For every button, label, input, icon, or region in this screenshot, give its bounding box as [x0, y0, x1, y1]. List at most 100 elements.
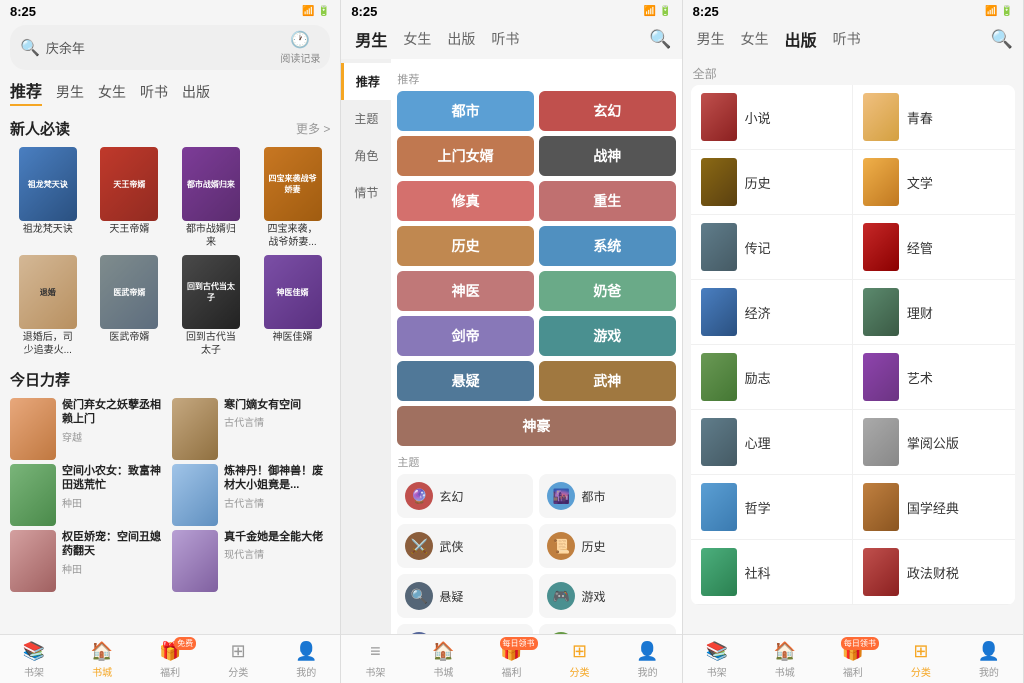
nav-bookshelf[interactable]: 📚 书架	[0, 635, 68, 683]
nav-tab-female3[interactable]: 女生	[737, 27, 773, 51]
nav-bookshelf2[interactable]: ≡ 书架	[341, 635, 409, 683]
p3-item-public-domain[interactable]: 掌阅公版	[853, 410, 1015, 475]
nav-mine[interactable]: 👤 我的	[272, 635, 340, 683]
p3-item-classics[interactable]: 国学经典	[853, 475, 1015, 540]
p3-item-youth[interactable]: 青春	[853, 85, 1015, 150]
p3-item-economics[interactable]: 经济	[691, 280, 853, 345]
theme-game[interactable]: 🎮 游戏	[539, 574, 675, 618]
nav-mine3[interactable]: 👤 我的	[955, 635, 1023, 683]
time-3: 8:25	[693, 4, 719, 19]
chip-shenhao[interactable]: 神豪	[397, 406, 675, 446]
sidebar-role[interactable]: 角色	[341, 137, 391, 174]
today-item[interactable]: 炼神丹！御神兽！废材大小姐竟是... 古代言情	[172, 464, 330, 526]
chip-xuanyi[interactable]: 悬疑	[397, 361, 534, 401]
today-item[interactable]: 寒门嫡女有空间 古代言情	[172, 398, 330, 460]
nav-category[interactable]: ⊞ 分类	[204, 635, 272, 683]
theme-history[interactable]: 📜 历史	[539, 524, 675, 568]
nav-tab-audio[interactable]: 听书	[487, 27, 523, 51]
today-item[interactable]: 权臣娇宠：空间丑媳药翻天 种田	[10, 530, 168, 592]
p3-item-novel[interactable]: 小说	[691, 85, 853, 150]
p3-item-social[interactable]: 社科	[691, 540, 853, 605]
nav-tab-audio3[interactable]: 听书	[829, 27, 865, 51]
chip-zhanshen[interactable]: 战神	[539, 136, 676, 176]
chip-chongsheng[interactable]: 重生	[539, 181, 676, 221]
nav-label: 分类	[911, 664, 931, 679]
p3-item-law[interactable]: 政法财税	[853, 540, 1015, 605]
nav-bookshelf3[interactable]: 📚 书架	[683, 635, 751, 683]
nav-mine2[interactable]: 👤 我的	[614, 635, 682, 683]
status-icons-3: 📶 🔋	[985, 6, 1013, 17]
theme-mystery[interactable]: 🔍 悬疑	[397, 574, 533, 618]
book-item[interactable]: 四宝来袭战爷娇妻 四宝来袭，战爷娇妻...	[255, 147, 331, 249]
chip-dushi[interactable]: 都市	[397, 91, 534, 131]
more-link[interactable]: 更多 >	[296, 120, 330, 137]
chip-naiba[interactable]: 奶爸	[539, 271, 676, 311]
p3-item-finance[interactable]: 理财	[853, 280, 1015, 345]
tab-male[interactable]: 男生	[56, 82, 84, 102]
nav-category3[interactable]: ⊞ 分类	[887, 635, 955, 683]
nav-tab-female[interactable]: 女生	[399, 27, 435, 51]
p3-item-management[interactable]: 经管	[853, 215, 1015, 280]
nav-category2[interactable]: ⊞ 分类	[546, 635, 614, 683]
p3-cover	[701, 548, 737, 596]
p3-item-art[interactable]: 艺术	[853, 345, 1015, 410]
tab-audio[interactable]: 听书	[140, 82, 168, 102]
book-cover: 祖龙梵天诀	[19, 147, 77, 221]
nav-tab-publish[interactable]: 出版	[443, 27, 479, 51]
today-item[interactable]: 真千金她是全能大佬 现代言情	[172, 530, 330, 592]
search-icon3[interactable]: 🔍	[991, 29, 1013, 50]
today-item[interactable]: 空间小农女：致富神田逃荒忙 种田	[10, 464, 168, 526]
book-item[interactable]: 退婚 退婚后，司少追妻火...	[10, 255, 86, 357]
nav-welfare2[interactable]: 🎁 福利 每日领书	[477, 635, 545, 683]
book-item[interactable]: 神医佳婿 神医佳婿	[255, 255, 331, 357]
sidebar-theme[interactable]: 主题	[341, 100, 391, 137]
search-bar[interactable]: 🔍 🕐 阅读记录	[10, 25, 330, 70]
theme-dushi[interactable]: 🌆 都市	[539, 474, 675, 518]
chip-lishi[interactable]: 历史	[397, 226, 534, 266]
chip-xitong[interactable]: 系统	[539, 226, 676, 266]
chip-jiandi[interactable]: 剑帝	[397, 316, 534, 356]
nav-tab-male[interactable]: 男生	[351, 25, 391, 53]
sidebar-plot[interactable]: 情节	[341, 174, 391, 211]
chip-youxi[interactable]: 游戏	[539, 316, 676, 356]
p3-item-history[interactable]: 历史	[691, 150, 853, 215]
theme-icon: 🎮	[547, 582, 575, 610]
chip-shenyi[interactable]: 神医	[397, 271, 534, 311]
nav-bookstore2[interactable]: 🏠 书城	[409, 635, 477, 683]
category-icon: ⊞	[572, 641, 587, 662]
chip-shangmen[interactable]: 上门女婿	[397, 136, 534, 176]
theme-sports[interactable]: ⚽ 体育	[539, 624, 675, 634]
book-item[interactable]: 祖龙梵天诀 祖龙梵天诀	[10, 147, 86, 249]
panel-2: 8:25 📶 🔋 男生 女生 出版 听书 🔍 推荐 主题 角色 情节 推荐 都市…	[341, 0, 682, 683]
p3-item-biography[interactable]: 传记	[691, 215, 853, 280]
nav-tab-publish3[interactable]: 出版	[781, 25, 821, 53]
theme-scifi[interactable]: 🚀 科幻	[397, 624, 533, 634]
reading-history[interactable]: 🕐 阅读记录	[280, 30, 320, 65]
search-icon[interactable]: 🔍	[649, 29, 671, 50]
chip-xiuzhen[interactable]: 修真	[397, 181, 534, 221]
p3-item-philosophy[interactable]: 哲学	[691, 475, 853, 540]
p3-item-inspiration[interactable]: 励志	[691, 345, 853, 410]
tab-female[interactable]: 女生	[98, 82, 126, 102]
today-item[interactable]: 侯门弃女之妖孽丞相赖上门 穿越	[10, 398, 168, 460]
nav-tab-male3[interactable]: 男生	[693, 27, 729, 51]
book-item[interactable]: 天王帝婿 天王帝婿	[92, 147, 168, 249]
theme-wuxia[interactable]: ⚔️ 武侠	[397, 524, 533, 568]
p3-item-literature[interactable]: 文学	[853, 150, 1015, 215]
tab-publish[interactable]: 出版	[182, 82, 210, 102]
tab-recommend[interactable]: 推荐	[10, 78, 42, 106]
p3-label: 励志	[745, 368, 771, 387]
book-item[interactable]: 都市战婿归来 都市战婿归来	[173, 147, 249, 249]
theme-xuanhuan[interactable]: 🔮 玄幻	[397, 474, 533, 518]
nav-welfare3[interactable]: 🎁 福利 每日领书	[819, 635, 887, 683]
book-item[interactable]: 回到古代当太子 回到古代当太子	[173, 255, 249, 357]
search-input[interactable]	[46, 40, 274, 55]
nav-bookstore3[interactable]: 🏠 书城	[751, 635, 819, 683]
nav-welfare[interactable]: 🎁 福利 免费	[136, 635, 204, 683]
nav-bookstore[interactable]: 🏠 书城	[68, 635, 136, 683]
chip-wushen[interactable]: 武神	[539, 361, 676, 401]
chip-xuanhuan[interactable]: 玄幻	[539, 91, 676, 131]
sidebar-recommend[interactable]: 推荐	[341, 63, 391, 100]
p3-item-psychology[interactable]: 心理	[691, 410, 853, 475]
book-item[interactable]: 医武帝婿 医武帝婿	[92, 255, 168, 357]
